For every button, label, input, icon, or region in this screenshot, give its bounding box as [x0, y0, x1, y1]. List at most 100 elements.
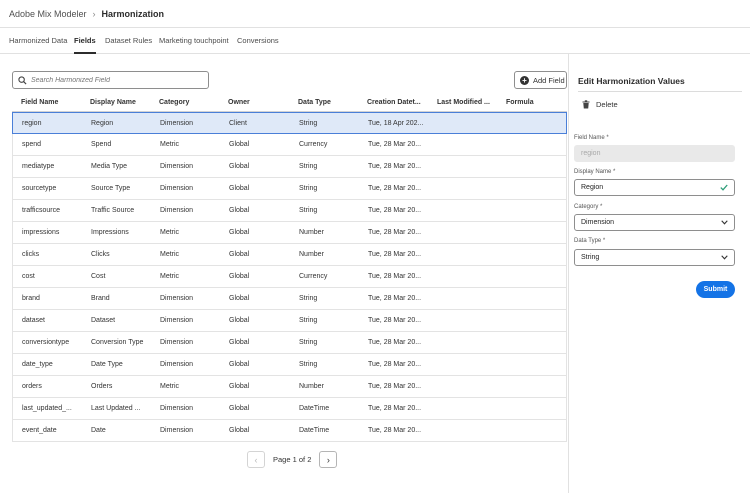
edit-panel: Edit Harmonization Values Delete Field N…: [568, 54, 750, 493]
fields-table: Field Name Display Name Category Owner D…: [12, 94, 567, 442]
cell-display-name: Spend: [91, 141, 112, 148]
submit-button[interactable]: Submit: [696, 281, 735, 298]
cell-field-name: orders: [22, 383, 42, 390]
data-type-select[interactable]: String: [574, 249, 735, 266]
cell-formula: [507, 310, 562, 332]
table-row[interactable]: brand Brand Dimension Global String Tue, 28 M…: [12, 288, 567, 310]
column-header-formula[interactable]: Formula: [506, 94, 561, 112]
table-row[interactable]: cost Cost Metric Global Currency Tue, 28 Mar …: [12, 266, 567, 288]
cell-formula: [507, 113, 562, 135]
cell-owner: Global: [229, 229, 250, 236]
tab-marketing-touchpoint[interactable]: Marketing touchpoint: [159, 28, 229, 54]
chevron-right-icon: ›: [326, 454, 330, 465]
cell-category: Metric: [160, 273, 180, 280]
cell-creation-date: Tue, 28 Mar 20...: [368, 317, 422, 324]
search-box[interactable]: [12, 71, 209, 89]
table-row[interactable]: conversiontype Conversion Type Dimension Gl…: [12, 332, 567, 354]
tab-harmonized-data[interactable]: Harmonized Data: [9, 28, 67, 54]
cell-last-modified: [438, 113, 502, 135]
cell-field-name: conversiontype: [22, 339, 70, 346]
cell-creation-date: Tue, 28 Mar 20...: [368, 339, 422, 346]
cell-formula: [507, 222, 562, 244]
column-header-data-type[interactable]: Data Type: [298, 94, 363, 112]
cell-display-name: Impressions: [91, 229, 129, 236]
tab-conversions[interactable]: Conversions: [237, 28, 279, 54]
table-row[interactable]: trafficsource Traffic Source Dimension Glob…: [12, 200, 567, 222]
pagination: ‹ Page 1 of 2 ›: [247, 451, 338, 468]
cell-creation-date: Tue, 28 Mar 20...: [368, 427, 422, 434]
table-row[interactable]: clicks Clicks Metric Global Number Tue, 28 Ma…: [12, 244, 567, 266]
table-body: region Region Dimension Client String Tue, 18…: [12, 112, 567, 442]
column-header-creation-date[interactable]: Creation Datet...: [367, 94, 430, 112]
cell-data-type: String: [299, 120, 318, 127]
cell-field-name: sourcetype: [22, 185, 57, 192]
cell-formula: [507, 266, 562, 288]
cell-display-name: Traffic Source: [91, 207, 135, 214]
cell-data-type: String: [299, 295, 318, 302]
cell-category: Dimension: [160, 405, 194, 412]
column-header-category[interactable]: Category: [159, 94, 224, 112]
table-row[interactable]: event_date Date Dimension Global DateTime Tue…: [12, 420, 567, 442]
table-row[interactable]: impressions Impressions Metric Global Number…: [12, 222, 567, 244]
cell-owner: Global: [229, 317, 250, 324]
page-title: Harmonization: [101, 8, 165, 19]
cell-last-modified: [438, 156, 502, 178]
table-row[interactable]: spend Spend Metric Global Currency Tue, 28 Ma…: [12, 134, 567, 156]
cell-creation-date: Tue, 28 Mar 20...: [368, 383, 422, 390]
column-header-owner[interactable]: Owner: [228, 94, 293, 112]
cell-formula: [507, 134, 562, 156]
cell-field-name: mediatype: [22, 163, 55, 170]
category-select[interactable]: Dimension: [574, 214, 735, 231]
cell-owner: Global: [229, 141, 250, 148]
cell-category: Dimension: [160, 295, 194, 302]
prev-page-button[interactable]: ‹: [247, 451, 265, 468]
cell-display-name: Source Type: [91, 185, 131, 192]
cell-formula: [507, 156, 562, 178]
cell-category: Dimension: [160, 339, 194, 346]
cell-field-name: region: [22, 120, 42, 127]
tab-fields[interactable]: Fields: [74, 28, 96, 54]
breadcrumb-app-link[interactable]: Adobe Mix Modeler: [9, 9, 87, 19]
cell-creation-date: Tue, 28 Mar 20...: [368, 251, 422, 258]
cell-creation-date: Tue, 28 Mar 20...: [368, 229, 422, 236]
cell-display-name: Date Type: [91, 361, 123, 368]
delete-button[interactable]: Delete: [582, 100, 618, 109]
cell-last-modified: [438, 244, 502, 266]
column-header-field-name[interactable]: Field Name: [21, 94, 86, 112]
cell-owner: Global: [229, 163, 250, 170]
table-row[interactable]: orders Orders Metric Global Number Tue, 28 Ma…: [12, 376, 567, 398]
column-header-last-modified[interactable]: Last Modified ...: [437, 94, 501, 112]
cell-category: Metric: [160, 141, 180, 148]
display-name-input[interactable]: Region: [574, 179, 735, 196]
cell-last-modified: [438, 266, 502, 288]
cell-category: Metric: [160, 383, 180, 390]
cell-creation-date: Tue, 28 Mar 20...: [368, 207, 422, 214]
table-row[interactable]: dataset Dataset Dimension Global String Tue, …: [12, 310, 567, 332]
cell-creation-date: Tue, 28 Mar 20...: [368, 185, 422, 192]
delete-label: Delete: [596, 100, 618, 109]
cell-last-modified: [438, 398, 502, 420]
table-row[interactable]: mediatype Media Type Dimension Global String…: [12, 156, 567, 178]
table-row[interactable]: date_type Date Type Dimension Global String T…: [12, 354, 567, 376]
table-row[interactable]: last_updated_... Last Updated ... Dimensio…: [12, 398, 567, 420]
cell-creation-date: Tue, 28 Mar 20...: [368, 405, 422, 412]
cell-creation-date: Tue, 28 Mar 20...: [368, 295, 422, 302]
add-field-button[interactable]: + Add Field: [514, 71, 567, 89]
cell-category: Dimension: [160, 207, 194, 214]
cell-data-type: String: [299, 207, 318, 214]
cell-display-name: Cost: [91, 273, 106, 280]
cell-formula: [507, 354, 562, 376]
cell-formula: [507, 420, 562, 442]
cell-creation-date: Tue, 28 Mar 20...: [368, 361, 422, 368]
cell-owner: Global: [229, 427, 250, 434]
plus-circle-icon: +: [520, 75, 529, 85]
next-page-button[interactable]: ›: [319, 451, 338, 468]
table-row[interactable]: sourcetype Source Type Dimension Global Stri…: [12, 178, 567, 200]
cell-category: Dimension: [160, 185, 194, 192]
column-header-display-name[interactable]: Display Name: [90, 94, 155, 112]
cell-field-name: impressions: [22, 229, 60, 236]
cell-display-name: Date: [91, 427, 106, 434]
table-row[interactable]: region Region Dimension Client String Tue, 18…: [12, 112, 567, 134]
search-input[interactable]: [31, 76, 201, 84]
tab-dataset-rules[interactable]: Dataset Rules: [105, 28, 152, 54]
